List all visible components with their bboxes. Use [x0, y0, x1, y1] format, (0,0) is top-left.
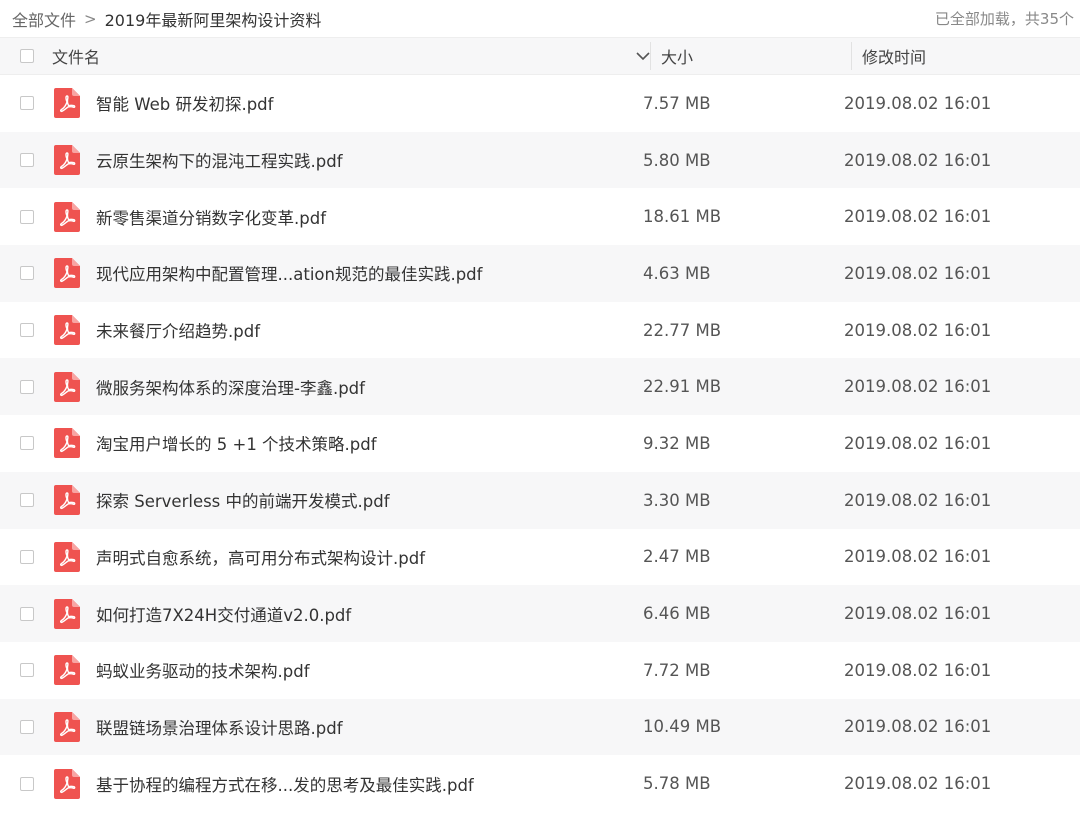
file-name[interactable]: 探索 Serverless 中的前端开发模式.pdf	[96, 488, 643, 512]
pdf-file-icon	[54, 655, 80, 686]
file-row[interactable]: 基于协程的编程方式在移...发的思考及最佳实践.pdf 5.78 MB 2019.0…	[0, 755, 1080, 812]
file-size: 5.78 MB	[643, 774, 711, 794]
file-row[interactable]: 淘宝用户增长的 5 +1 个技术策略.pdf 9.32 MB 2019.08.02 …	[0, 415, 1080, 472]
row-checkbox[interactable]	[20, 776, 34, 791]
file-list: 智能 Web 研发初探.pdf 7.57 MB 2019.08.02 16:01 云原…	[0, 75, 1080, 812]
pdf-file-icon	[54, 88, 80, 119]
file-row[interactable]: 现代应用架构中配置管理...ation规范的最佳实践.pdf 4.63 MB 201…	[0, 245, 1080, 302]
file-modified-time: 2019.08.02 16:01	[844, 433, 992, 453]
row-checkbox[interactable]	[20, 549, 34, 564]
breadcrumb-current-folder: 2019年最新阿里架构设计资料	[104, 10, 322, 30]
file-modified-time: 2019.08.02 16:01	[844, 263, 992, 283]
pdf-file-icon	[54, 768, 80, 799]
row-checkbox[interactable]	[20, 436, 34, 451]
row-checkbox[interactable]	[20, 266, 34, 281]
file-modified-time: 2019.08.02 16:01	[844, 774, 992, 794]
column-header-size[interactable]: 大小	[651, 44, 851, 68]
file-size: 3.30 MB	[643, 490, 711, 510]
file-size: 7.57 MB	[643, 93, 711, 113]
file-modified-time: 2019.08.02 16:01	[844, 150, 992, 170]
file-size: 4.63 MB	[643, 263, 711, 283]
file-modified-time: 2019.08.02 16:01	[844, 207, 992, 227]
file-name[interactable]: 声明式自愈系统，高可用分布式架构设计.pdf	[96, 545, 643, 569]
row-checkbox[interactable]	[20, 379, 34, 394]
file-name[interactable]: 基于协程的编程方式在移...发的思考及最佳实践.pdf	[96, 772, 643, 796]
pdf-file-icon	[54, 258, 80, 289]
file-name[interactable]: 蚂蚁业务驱动的技术架构.pdf	[96, 658, 643, 682]
file-row[interactable]: 未来餐厅介绍趋势.pdf 22.77 MB 2019.08.02 16:01	[0, 301, 1080, 359]
chevron-down-icon[interactable]	[636, 51, 650, 61]
row-checkbox[interactable]	[20, 323, 34, 338]
pdf-file-icon	[54, 428, 80, 459]
file-modified-time: 2019.08.02 16:01	[844, 604, 992, 624]
column-header-modified[interactable]: 修改时间	[852, 44, 926, 68]
pdf-file-icon	[54, 598, 80, 629]
pdf-file-icon	[54, 485, 80, 516]
file-size: 18.61 MB	[643, 207, 722, 227]
file-modified-time: 2019.08.02 16:01	[844, 717, 992, 737]
file-name[interactable]: 联盟链场景治理体系设计思路.pdf	[96, 715, 643, 739]
file-row[interactable]: 联盟链场景治理体系设计思路.pdf 10.49 MB 2019.08.02 16:0…	[0, 698, 1080, 756]
row-checkbox[interactable]	[20, 719, 34, 734]
file-row[interactable]: 蚂蚁业务驱动的技术架构.pdf 7.72 MB 2019.08.02 16:01	[0, 641, 1080, 699]
row-checkbox[interactable]	[20, 663, 34, 678]
file-name[interactable]: 云原生架构下的混沌工程实践.pdf	[96, 148, 643, 172]
pdf-file-icon	[54, 201, 80, 232]
file-modified-time: 2019.08.02 16:01	[844, 377, 992, 397]
load-status-text: 已全部加载，共35个	[934, 10, 1074, 28]
row-checkbox[interactable]	[20, 153, 34, 168]
file-modified-time: 2019.08.02 16:01	[844, 660, 992, 680]
chevron-right-icon: >	[84, 9, 97, 28]
file-list-header: 文件名 大小 修改时间	[0, 37, 1080, 75]
file-size: 5.80 MB	[643, 150, 711, 170]
pdf-file-icon	[54, 541, 80, 572]
file-name[interactable]: 淘宝用户增长的 5 +1 个技术策略.pdf	[96, 431, 643, 455]
file-modified-time: 2019.08.02 16:01	[844, 547, 992, 567]
breadcrumb-root-link[interactable]: 全部文件	[12, 7, 76, 31]
file-row[interactable]: 声明式自愈系统，高可用分布式架构设计.pdf 2.47 MB 2019.08.02 …	[0, 528, 1080, 586]
file-size: 22.91 MB	[643, 377, 722, 397]
file-row[interactable]: 新零售渠道分销数字化变革.pdf 18.61 MB 2019.08.02 16:01	[0, 188, 1080, 246]
pdf-file-icon	[54, 371, 80, 402]
file-size: 2.47 MB	[643, 547, 711, 567]
breadcrumb-bar: 全部文件 > 2019年最新阿里架构设计资料 已全部加载，共35个	[0, 0, 1080, 37]
file-size: 22.77 MB	[643, 320, 722, 340]
file-name[interactable]: 新零售渠道分销数字化变革.pdf	[96, 205, 643, 229]
column-header-name[interactable]: 文件名	[52, 44, 650, 68]
file-row[interactable]: 智能 Web 研发初探.pdf 7.57 MB 2019.08.02 16:01	[0, 75, 1080, 132]
row-checkbox[interactable]	[20, 96, 34, 111]
file-name[interactable]: 智能 Web 研发初探.pdf	[96, 91, 643, 115]
select-all-checkbox[interactable]	[20, 49, 34, 63]
pdf-file-icon	[54, 315, 80, 346]
file-name[interactable]: 现代应用架构中配置管理...ation规范的最佳实践.pdf	[96, 261, 643, 285]
file-row[interactable]: 云原生架构下的混沌工程实践.pdf 5.80 MB 2019.08.02 16:01	[0, 131, 1080, 189]
row-checkbox[interactable]	[20, 209, 34, 224]
file-name[interactable]: 如何打造7X24H交付通道v2.0.pdf	[96, 602, 643, 626]
row-checkbox[interactable]	[20, 606, 34, 621]
row-checkbox[interactable]	[20, 493, 34, 508]
file-modified-time: 2019.08.02 16:01	[844, 93, 992, 113]
pdf-file-icon	[54, 711, 80, 742]
column-name-label: 文件名	[52, 48, 101, 67]
file-row[interactable]: 微服务架构体系的深度治理-李鑫.pdf 22.91 MB 2019.08.02 16…	[0, 358, 1080, 416]
file-size: 9.32 MB	[643, 433, 711, 453]
file-size: 7.72 MB	[643, 660, 711, 680]
file-modified-time: 2019.08.02 16:01	[844, 320, 992, 340]
file-row[interactable]: 如何打造7X24H交付通道v2.0.pdf 6.46 MB 2019.08.02 1…	[0, 585, 1080, 642]
file-row[interactable]: 探索 Serverless 中的前端开发模式.pdf 3.30 MB 2019.08…	[0, 471, 1080, 529]
file-name[interactable]: 微服务架构体系的深度治理-李鑫.pdf	[96, 375, 643, 399]
file-size: 6.46 MB	[643, 604, 711, 624]
file-modified-time: 2019.08.02 16:01	[844, 490, 992, 510]
file-name[interactable]: 未来餐厅介绍趋势.pdf	[96, 318, 643, 342]
pdf-file-icon	[54, 145, 80, 176]
file-size: 10.49 MB	[643, 717, 722, 737]
